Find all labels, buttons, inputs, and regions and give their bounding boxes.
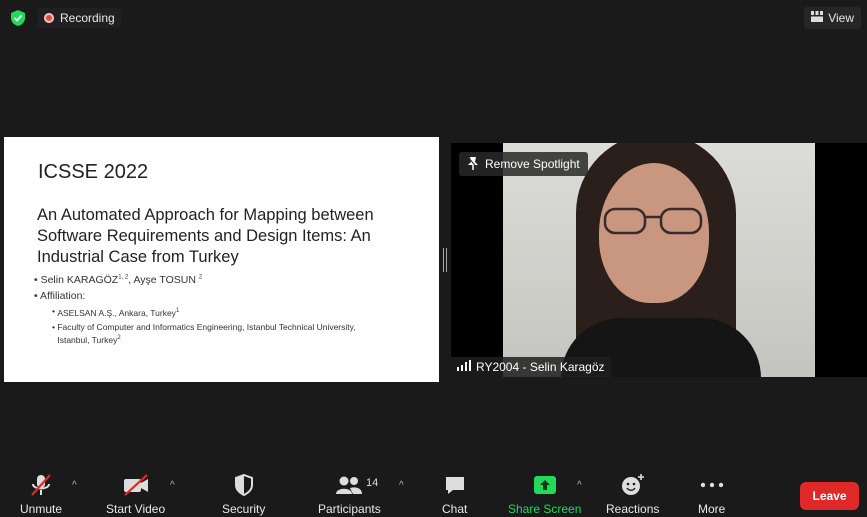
microphone-muted-icon [28,472,54,498]
reactions-label: Reactions [606,502,660,516]
share-screen-arrow-icon [533,472,557,498]
slide-conference: ICSSE 2022 [38,161,149,183]
slide-affiliation-item: • Faculty of Computer and Informatics En… [52,321,356,345]
more-label: More [698,502,726,516]
slide-title: An Automated Approach for Mapping betwee… [37,206,374,266]
chat-label: Chat [442,502,468,516]
participants-label: Participants [318,502,381,516]
leave-button[interactable]: Leave [800,482,859,510]
video-camera-off-icon [121,472,151,498]
signal-bars-icon [457,360,471,374]
participant-name: RY2004 - Selin Karagöz [476,360,605,374]
remove-spotlight-button[interactable]: Remove Spotlight [459,152,588,176]
recording-indicator[interactable]: Recording [38,8,121,28]
slide-bullets: • Selin KARAGÖZ1, 2, Ayşe TOSUN 2 • Affi… [34,274,434,346]
chat-bubble-icon [443,472,467,498]
participants-options-chevron-icon[interactable]: ^ [399,480,404,491]
security-button[interactable]: Security [222,472,265,516]
security-shield-outline-icon [233,472,255,498]
video-options-chevron-icon[interactable]: ^ [170,480,175,491]
participant-name-tag: RY2004 - Selin Karagöz [451,357,611,377]
reactions-button[interactable]: Reactions [606,472,659,516]
slide-affiliation-item: • ASELSAN A.Ş., Ankara, Turkey1 [52,306,180,318]
view-splitter-handle[interactable] [443,248,447,272]
video-person-glasses [603,207,703,235]
unmute-button[interactable]: Unmute [20,472,62,516]
pin-icon [467,156,479,173]
participants-icon [335,472,363,498]
shared-screen-slide: ICSSE 2022 An Automated Approach for Map… [4,137,439,382]
security-label: Security [222,502,266,516]
share-screen-label: Share Screen [508,502,582,516]
meeting-toolbar: Unmute ^ Start Video ^ Security Particip… [0,466,867,517]
slide-authors: • Selin KARAGÖZ1, 2, Ayşe TOSUN 2 [34,274,203,286]
chat-button[interactable]: Chat [442,472,467,516]
remove-spotlight-label: Remove Spotlight [485,157,580,171]
start-video-label: Start Video [106,502,166,516]
share-screen-button[interactable]: Share Screen [508,472,581,516]
more-button[interactable]: More [698,472,725,516]
share-options-chevron-icon[interactable]: ^ [577,480,582,491]
more-dots-icon [699,472,725,498]
start-video-button[interactable]: Start Video [106,472,165,516]
grid-view-icon [811,11,824,25]
recording-dot-icon [44,13,54,23]
participants-count: 14 [366,477,379,489]
reactions-smiley-icon [620,472,646,498]
unmute-label: Unmute [20,502,63,516]
slide-affiliation-heading: • Affiliation: [34,290,86,302]
recording-label: Recording [60,11,115,25]
security-shield-icon[interactable] [8,8,28,28]
speaker-video-tile[interactable]: Remove Spotlight RY2004 - Selin Karagöz [451,143,867,377]
audio-options-chevron-icon[interactable]: ^ [72,480,77,491]
view-button[interactable]: View [804,7,861,29]
view-label: View [828,11,854,25]
